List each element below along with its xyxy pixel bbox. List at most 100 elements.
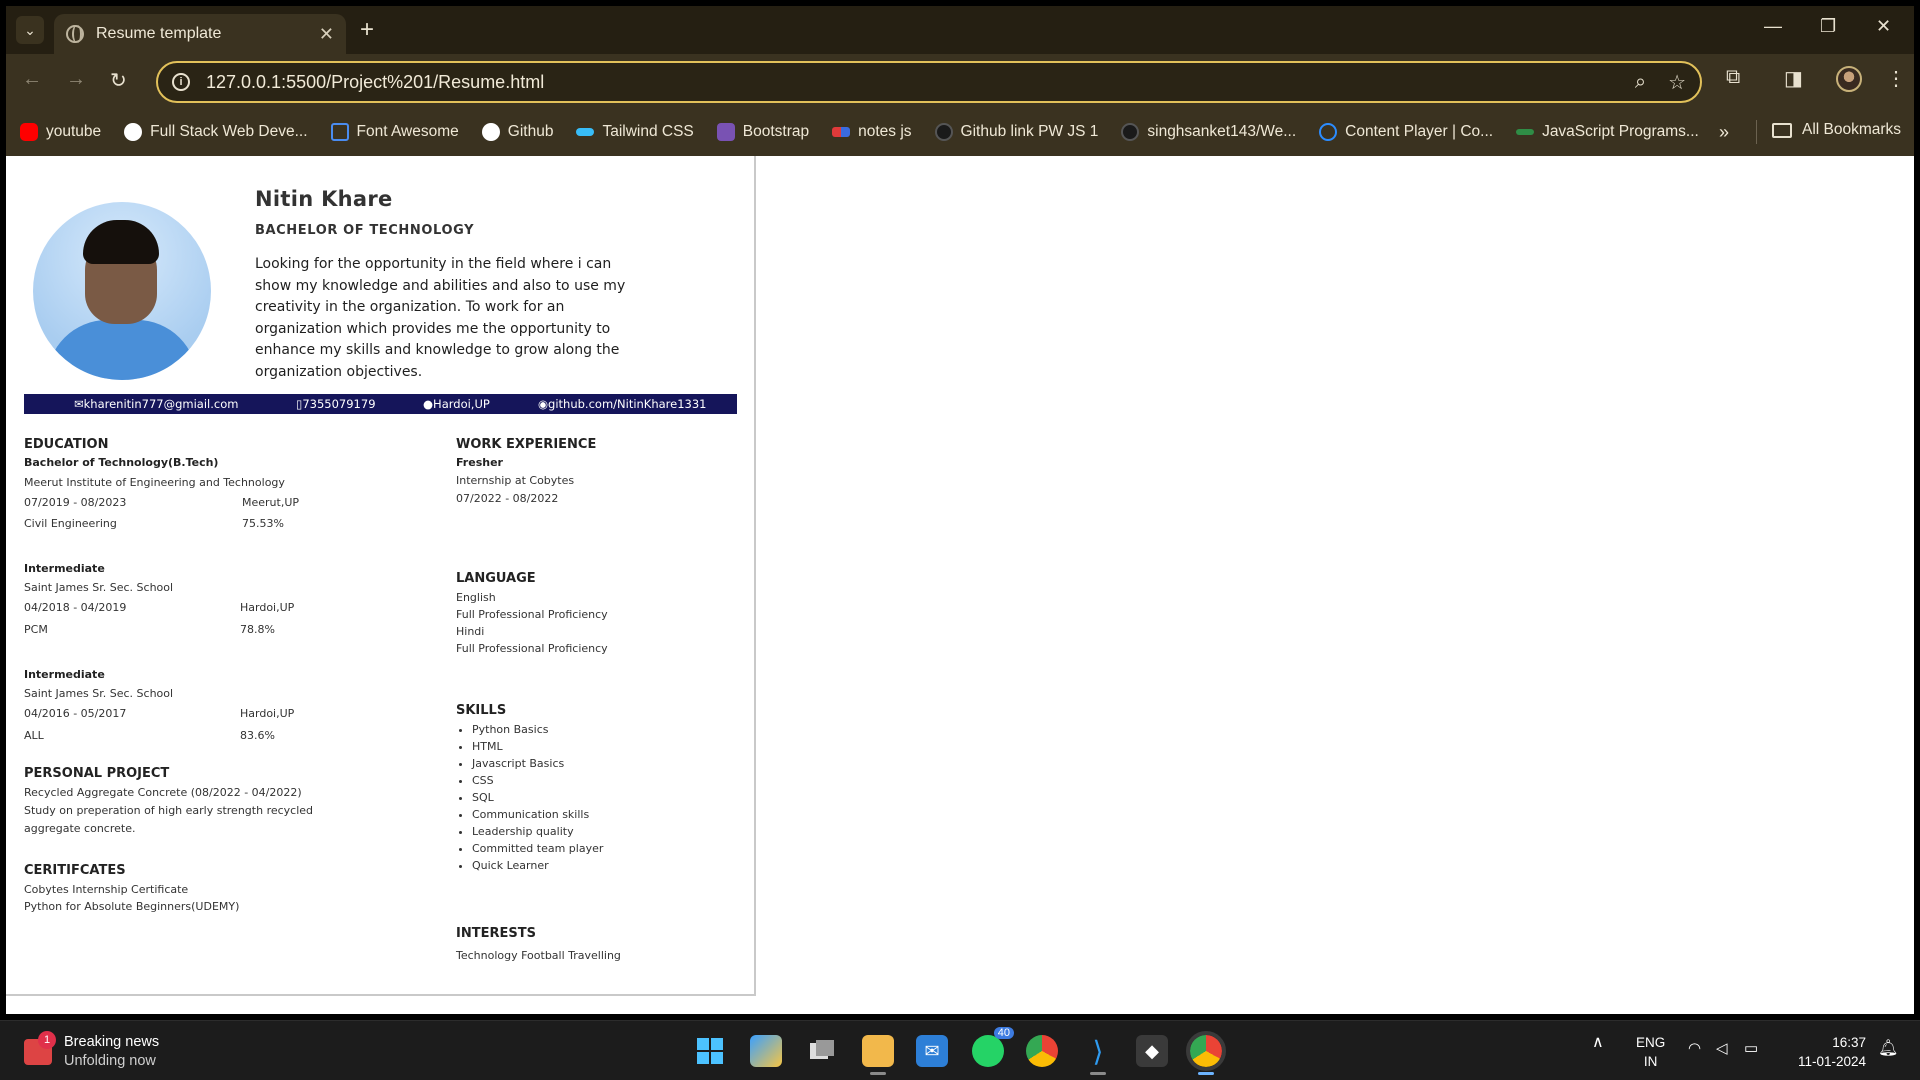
hidden-icons-chevron[interactable]: ∧ [1592,1033,1604,1052]
folder-icon [1772,122,1792,138]
work-role: Fresher [456,456,503,469]
notification-bell-icon[interactable]: 🔔︎ [1878,1039,1898,1058]
edu-heading: Intermediate [24,562,105,575]
skill-item: Committed team player [472,840,603,857]
news-title: Breaking news [64,1034,160,1050]
clock-time: 16:37 [1832,1035,1866,1050]
file-explorer-icon[interactable] [862,1035,894,1075]
flag-icon [330,123,349,141]
edu-score: 78.8% [240,623,275,636]
edu-field: ALL [24,729,44,742]
work-title: WORK EXPERIENCE [456,437,597,452]
restore-icon[interactable]: ❐ [1820,16,1836,37]
bookmark-divider [1756,120,1757,144]
menu-dots-icon[interactable]: ⋮ [1886,66,1906,91]
github-icon [1121,123,1140,141]
project-title: PERSONAL PROJECT [24,766,170,781]
bookmark-javascript-programs[interactable]: JavaScript Programs... [1516,123,1699,141]
copilot-icon[interactable] [750,1035,782,1067]
reload-icon[interactable]: ↻ [110,68,127,93]
edu-dates: 04/2018 - 04/2019 [24,601,127,614]
edu-place: Hardoi,UP [240,601,295,614]
education-title: EDUCATION [24,437,109,452]
bookmark-singhsanket[interactable]: singhsanket143/We... [1121,123,1296,141]
clock[interactable]: 16:37 11-01-2024 [1786,1033,1866,1071]
tab-search-icon[interactable]: ⌄ [16,16,44,44]
git-icon[interactable]: ◆ [1136,1035,1168,1067]
taskbar: 1 Breaking news Unfolding now ✉ 40 ⟩ ◆ ∧… [0,1020,1920,1080]
news-widget[interactable]: 1 Breaking news Unfolding now [24,1031,160,1071]
minimize-icon[interactable]: — [1764,16,1782,37]
tab-resume[interactable]: Resume template ✕ [54,14,346,54]
edu-score: 75.53% [242,517,284,530]
globe-icon [66,25,84,43]
zoom-icon[interactable]: ⌕ [1635,71,1646,94]
profile-avatar[interactable] [1836,66,1862,92]
bookmark-font-awesome[interactable]: Font Awesome [330,123,459,141]
github-icon [481,123,500,141]
forward-icon[interactable]: → [66,68,86,91]
contact-github[interactable]: ◉github.com/NitinKhare1331 [538,397,707,411]
extensions-icon[interactable]: ⧉ [1726,66,1740,89]
edu-heading: Bachelor of Technology(B.Tech) [24,456,219,469]
whatsapp-icon[interactable]: 40 [972,1027,1014,1067]
contact-bar: ✉kharenitin777@gmiail.com ▯7355079179 ●H… [24,394,737,414]
bookmark-notes-js[interactable]: notes js [832,123,912,141]
address-bar[interactable]: i 127.0.0.1:5500/Project%201/Resume.html… [156,61,1702,103]
contact-email[interactable]: ✉kharenitin777@gmiail.com [74,397,238,411]
skill-item: Quick Learner [472,857,603,874]
close-window-icon[interactable]: ✕ [1876,16,1891,37]
side-panel-icon[interactable]: ◨ [1784,66,1803,91]
certificate-item: Cobytes Internship Certificate [24,883,189,896]
tailwind-icon [576,128,595,136]
bookmark-bootstrap[interactable]: Bootstrap [716,123,809,141]
volume-icon[interactable]: ◁ [1716,1039,1728,1058]
tab-strip: ⌄ Resume template ✕ + — ❐ ✕ [6,6,1914,54]
edu-place: Meerut,UP [242,496,300,509]
site-info-icon[interactable]: i [172,73,190,91]
project-line: aggregate concrete. [24,822,136,835]
vscode-icon[interactable]: ⟩ [1082,1035,1114,1075]
candidate-degree: BACHELOR OF TECHNOLOGY [255,223,475,238]
browser-chrome: ⌄ Resume template ✕ + — ❐ ✕ ← → ↻ i 127.… [6,6,1914,156]
news-badge: 1 [38,1031,56,1049]
candidate-name: Nitin Khare [255,187,393,211]
clock-date: 11-01-2024 [1797,1054,1866,1069]
tab-title: Resume template [96,25,222,42]
all-bookmarks[interactable]: All Bookmarks [1772,121,1901,139]
edu-score: 83.6% [240,729,275,742]
objective-text: Looking for the opportunity in the field… [255,256,626,380]
battery-icon[interactable]: ▭ [1744,1039,1758,1058]
skill-item: Communication skills [472,806,603,823]
chrome-profile-icon[interactable] [1186,1031,1226,1075]
skill-item: Javascript Basics [472,755,603,772]
bookmark-github-pw[interactable]: Github link PW JS 1 [934,123,1098,141]
bootstrap-icon [716,123,735,141]
language-item: Full Professional Proficiency [456,608,608,621]
close-tab-icon[interactable]: ✕ [319,24,334,45]
bookmarks-bar: youtube Full Stack Web Deve... Font Awes… [6,108,1914,156]
bookmark-content-player[interactable]: Content Player | Co... [1319,123,1493,141]
language-item: English [456,591,496,604]
back-icon[interactable]: ← [22,68,42,91]
language-indicator[interactable]: ENG IN [1636,1033,1665,1071]
bookmark-youtube[interactable]: youtube [20,123,101,141]
gfg-icon [1516,129,1535,135]
url-text[interactable]: 127.0.0.1:5500/Project%201/Resume.html [206,72,1613,93]
wifi-icon[interactable]: ◠ [1688,1039,1701,1058]
more-bookmarks-icon[interactable]: » [1719,122,1729,143]
task-view-icon[interactable] [806,1035,838,1067]
skills-list: Python Basics HTML Javascript Basics CSS… [456,721,603,874]
notes-icon [832,127,851,137]
windows-start-icon[interactable] [694,1035,726,1067]
bookmark-tailwind[interactable]: Tailwind CSS [576,123,694,141]
bookmark-github[interactable]: Github [481,123,553,141]
bookmark-full-stack[interactable]: Full Stack Web Deve... [124,123,308,141]
power-icon [1319,123,1338,141]
interests-title: INTERESTS [456,926,536,941]
mail-icon[interactable]: ✉ [916,1035,948,1067]
bookmark-star-icon[interactable]: ☆ [1668,70,1686,95]
resume-card: Nitin Khare BACHELOR OF TECHNOLOGY Looki… [6,156,756,996]
new-tab-icon[interactable]: + [360,16,374,44]
chrome-icon[interactable] [1026,1035,1058,1067]
